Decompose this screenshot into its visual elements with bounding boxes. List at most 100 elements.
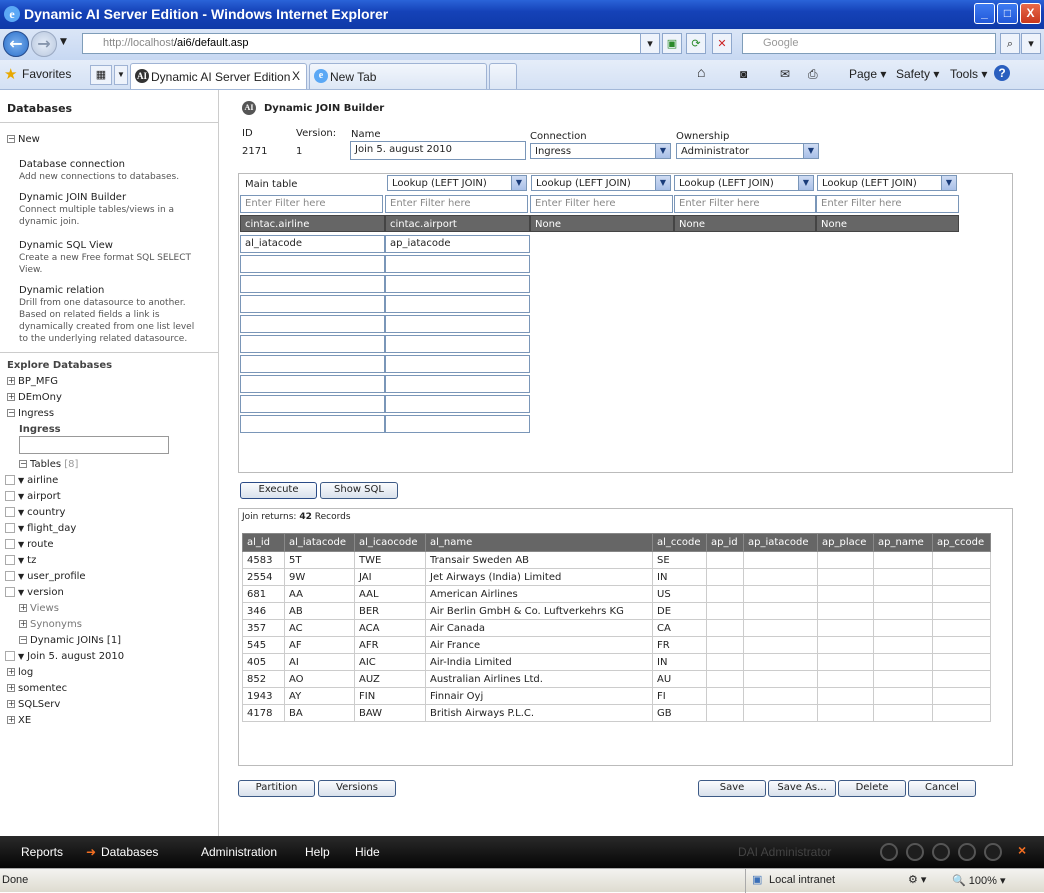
column-header[interactable]: ap_iatacode [743,533,818,552]
tree-db-ingress[interactable]: − Ingress [7,408,54,419]
expand-arrow-icon[interactable]: ▼ [18,492,24,501]
zoom-control[interactable]: 🔍 100% ▾ [952,874,1005,887]
url-field[interactable]: http://localhost/ai6/default.asp [82,33,656,54]
field-cell[interactable] [240,255,385,273]
filter-input-5[interactable]: Enter Filter here [816,195,959,213]
page-menu[interactable]: Page ▾ [849,67,886,81]
expand-arrow-icon[interactable]: ▼ [18,524,24,533]
expand-arrow-icon[interactable]: ▼ [18,508,24,517]
protected-mode-icon[interactable]: ⚙ ▾ [908,873,926,886]
expand-icon[interactable]: + [7,700,15,708]
table-checkbox[interactable] [5,491,15,501]
history-dropdown-icon[interactable]: ▼ [60,37,67,47]
tree-table-airport[interactable]: ▼ airport [5,491,61,502]
table-row[interactable]: 1943 AY FIN Finnair Oyj FI [242,687,991,705]
lookup-select-3[interactable]: Lookup (LEFT JOIN) ▼ [674,175,814,191]
field-cell[interactable] [240,275,385,293]
column-header[interactable]: ap_name [873,533,933,552]
field-cell[interactable] [240,295,385,313]
field-cell[interactable] [385,295,530,313]
back-button[interactable]: ← [3,31,29,57]
collapse-icon[interactable]: − [19,636,27,644]
field-cell[interactable] [240,355,385,373]
tab-new-tab[interactable]: e New Tab [309,63,487,89]
delete-button[interactable]: Delete [838,780,906,797]
table-row[interactable]: 357 AC ACA Air Canada CA [242,619,991,637]
field-cell[interactable] [385,415,530,433]
tree-join-item[interactable]: ▼ Join 5. august 2010 [5,651,124,662]
url-dropdown-icon[interactable]: ▾ [640,33,660,54]
tools-menu[interactable]: Tools ▾ [950,67,987,81]
close-window-button[interactable]: X [1020,3,1041,24]
table-header-1[interactable]: cintac.airline [240,215,385,232]
expand-icon[interactable]: + [7,716,15,724]
filter-input-3[interactable]: Enter Filter here [530,195,673,213]
filter-input-2[interactable]: Enter Filter here [385,195,528,213]
quick-tabs-icon[interactable]: ▦ [90,65,112,85]
refresh-icon[interactable]: ⟳ [686,33,706,54]
table-header-5[interactable]: None [816,215,959,232]
new-tab-button[interactable] [489,63,517,89]
maximize-button[interactable]: □ [997,3,1018,24]
table-checkbox[interactable] [5,507,15,517]
table-checkbox[interactable] [5,539,15,549]
table-checkbox[interactable] [5,587,15,597]
compat-view-icon[interactable]: ▣ [662,33,682,54]
expand-icon[interactable]: + [7,684,15,692]
field-cell[interactable] [240,335,385,353]
tree-filter-input[interactable] [19,436,169,454]
tree-table-user-profile[interactable]: ▼ user_profile [5,571,86,582]
expand-arrow-icon[interactable]: ▼ [18,556,24,565]
dock-circle-icon[interactable] [880,843,898,861]
connection-select[interactable]: Ingress ▼ [530,143,671,159]
show-sql-button[interactable]: Show SQL [320,482,398,499]
stop-icon[interactable]: ✕ [712,33,732,54]
nav-hide[interactable]: Hide [355,845,380,859]
nav-administration[interactable]: Administration [201,845,277,859]
search-input[interactable]: Google [742,33,996,54]
tree-table-flight-day[interactable]: ▼ flight_day [5,523,76,534]
print-icon[interactable]: ⎙ [808,67,818,82]
join-checkbox[interactable] [5,651,15,661]
cancel-button[interactable]: Cancel [908,780,976,797]
new-join-builder-link[interactable]: Dynamic JOIN Builder [19,192,126,203]
tree-db-log[interactable]: + log [7,667,33,678]
table-row[interactable]: 681 AA AAL American Airlines US [242,585,991,603]
table-checkbox[interactable] [5,523,15,533]
expand-arrow-icon[interactable]: ▼ [18,652,24,661]
ownership-select[interactable]: Administrator ▼ [676,143,819,159]
lookup-select-4[interactable]: Lookup (LEFT JOIN) ▼ [817,175,957,191]
table-header-2[interactable]: cintac.airport [385,215,530,232]
new-database-connection-link[interactable]: Database connection [19,159,125,170]
field-cell[interactable] [385,355,530,373]
expand-arrow-icon[interactable]: ▼ [18,476,24,485]
safety-menu[interactable]: Safety ▾ [896,67,939,81]
tree-db-xe[interactable]: + XE [7,715,31,726]
help-icon[interactable]: ? [994,65,1010,81]
partition-button[interactable]: Partition [238,780,315,797]
table-row[interactable]: 852 AO AUZ Australian Airlines Ltd. AU [242,670,991,688]
table-row[interactable]: 2554 9W JAI Jet Airways (India) Limited IN [242,568,991,586]
field-cell[interactable] [240,315,385,333]
field-cell[interactable] [240,375,385,393]
minimize-button[interactable]: _ [974,3,995,24]
tree-views-node[interactable]: + Views [19,603,59,614]
field-cell[interactable] [385,335,530,353]
table-row[interactable]: 4583 5T TWE Transair Sweden AB SE [242,551,991,569]
dock-circle-icon[interactable] [932,843,950,861]
tree-db-somentec[interactable]: + somentec [7,683,67,694]
column-header[interactable]: al_name [425,533,653,552]
field-cell[interactable]: ap_iatacode [385,235,530,253]
column-header[interactable]: al_icaocode [354,533,426,552]
collapse-icon[interactable]: − [19,460,27,468]
tree-db-bp-mfg[interactable]: + BP_MFG [7,376,58,387]
expand-icon[interactable]: + [7,668,15,676]
versions-button[interactable]: Versions [318,780,396,797]
filter-input-4[interactable]: Enter Filter here [674,195,816,213]
expand-icon[interactable]: + [19,604,27,612]
tree-joins-node[interactable]: − Dynamic JOINs [1] [19,635,121,646]
expand-icon[interactable]: + [19,620,27,628]
filter-input-1[interactable]: Enter Filter here [240,195,383,213]
field-cell[interactable] [240,395,385,413]
close-panel-icon[interactable]: × [1018,842,1026,858]
